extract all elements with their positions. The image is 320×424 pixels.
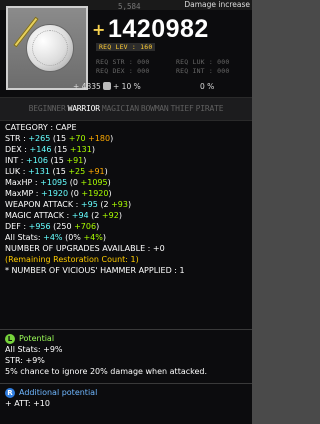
potential-line-1: All Stats: +9%	[5, 345, 63, 354]
stat-magic-attack: MAGIC ATTACK : +94 (2 +92)	[5, 211, 122, 220]
additional-potential-title: Additional potential	[19, 388, 98, 397]
req-luk: REQ LUK : 000	[176, 58, 230, 66]
item-tooltip: 5,584 Damage increase + 1420982 REQ LEV …	[0, 0, 252, 424]
potential-line-3: 5% chance to ignore 20% damage when atta…	[5, 367, 208, 376]
job-magician: MAGICIAN	[101, 104, 139, 113]
job-thief: THIEF	[170, 104, 194, 113]
additional-potential-section: R Additional potential + ATT: +10	[5, 387, 97, 410]
divider	[0, 383, 252, 384]
legendary-badge-icon: L	[5, 334, 15, 344]
potential-line-2: STR: +9%	[5, 356, 45, 365]
stat-str: STR : +265 (15 +70 +180)	[5, 134, 114, 143]
job-pirate: PIRATE	[195, 104, 224, 113]
inline-stat-three: 0 %	[200, 82, 215, 91]
req-str: REQ STR : 000	[96, 58, 150, 66]
power-plus: +	[92, 20, 106, 39]
power-value: 1420982	[108, 15, 209, 43]
faint-number: 5,584	[118, 2, 141, 11]
damage-increase-label: Damage increase	[184, 0, 250, 9]
job-warrior: WARRIOR	[67, 104, 101, 113]
additional-potential-line-1: + ATT: +10	[5, 399, 50, 408]
stat-def: DEF : +956 (250 +706)	[5, 222, 100, 231]
rare-badge-icon: R	[5, 388, 15, 398]
inline-stat-one: + 4335	[73, 82, 111, 91]
req-int: REQ INT : 000	[176, 67, 230, 75]
item-details: CATEGORY : CAPE STR : +265 (15 +70 +180)…	[5, 123, 249, 277]
potential-section: L Potential All Stats: +9% STR: +9% 5% c…	[5, 333, 207, 378]
restoration-count: (Remaining Restoration Count: 1)	[5, 255, 139, 264]
category-line: CATEGORY : CAPE	[5, 123, 77, 132]
job-bar: BEGINNER WARRIOR MAGICIAN BOWMAN THIEF P…	[0, 97, 252, 121]
wrecking-ball-cape-icon	[6, 6, 88, 90]
stat-maxhp: MaxHP : +1095 (0 +1095)	[5, 178, 111, 187]
divider	[0, 329, 252, 330]
req-dex: REQ DEX : 000	[96, 67, 150, 75]
stat-luk: LUK : +131 (15 +25 +91)	[5, 167, 108, 176]
potential-title: Potential	[19, 334, 55, 343]
req-level: REQ LEV : 160	[96, 43, 156, 52]
inline-stat-one-value: + 4335	[73, 82, 101, 91]
job-bowman: BOWMAN	[140, 104, 169, 113]
job-beginner: BEGINNER	[28, 104, 66, 113]
upgrades-available: NUMBER OF UPGRADES AVAILABLE : +0	[5, 244, 165, 253]
stat-dex: DEX : +146 (15 +131)	[5, 145, 95, 154]
stat-weapon-attack: WEAPON ATTACK : +95 (2 +93)	[5, 200, 132, 209]
stat-icon	[102, 82, 111, 90]
stat-maxmp: MaxMP : +1920 (0 +1920)	[5, 189, 112, 198]
stat-int: INT : +106 (15 +91)	[5, 156, 87, 165]
hammer-applied: * NUMBER OF VICIOUS' HAMMER APPLIED : 1	[5, 266, 185, 275]
inline-stat-two: + 10 %	[113, 82, 141, 91]
stat-all-stats: All Stats: +4% (0% +4%)	[5, 233, 106, 242]
